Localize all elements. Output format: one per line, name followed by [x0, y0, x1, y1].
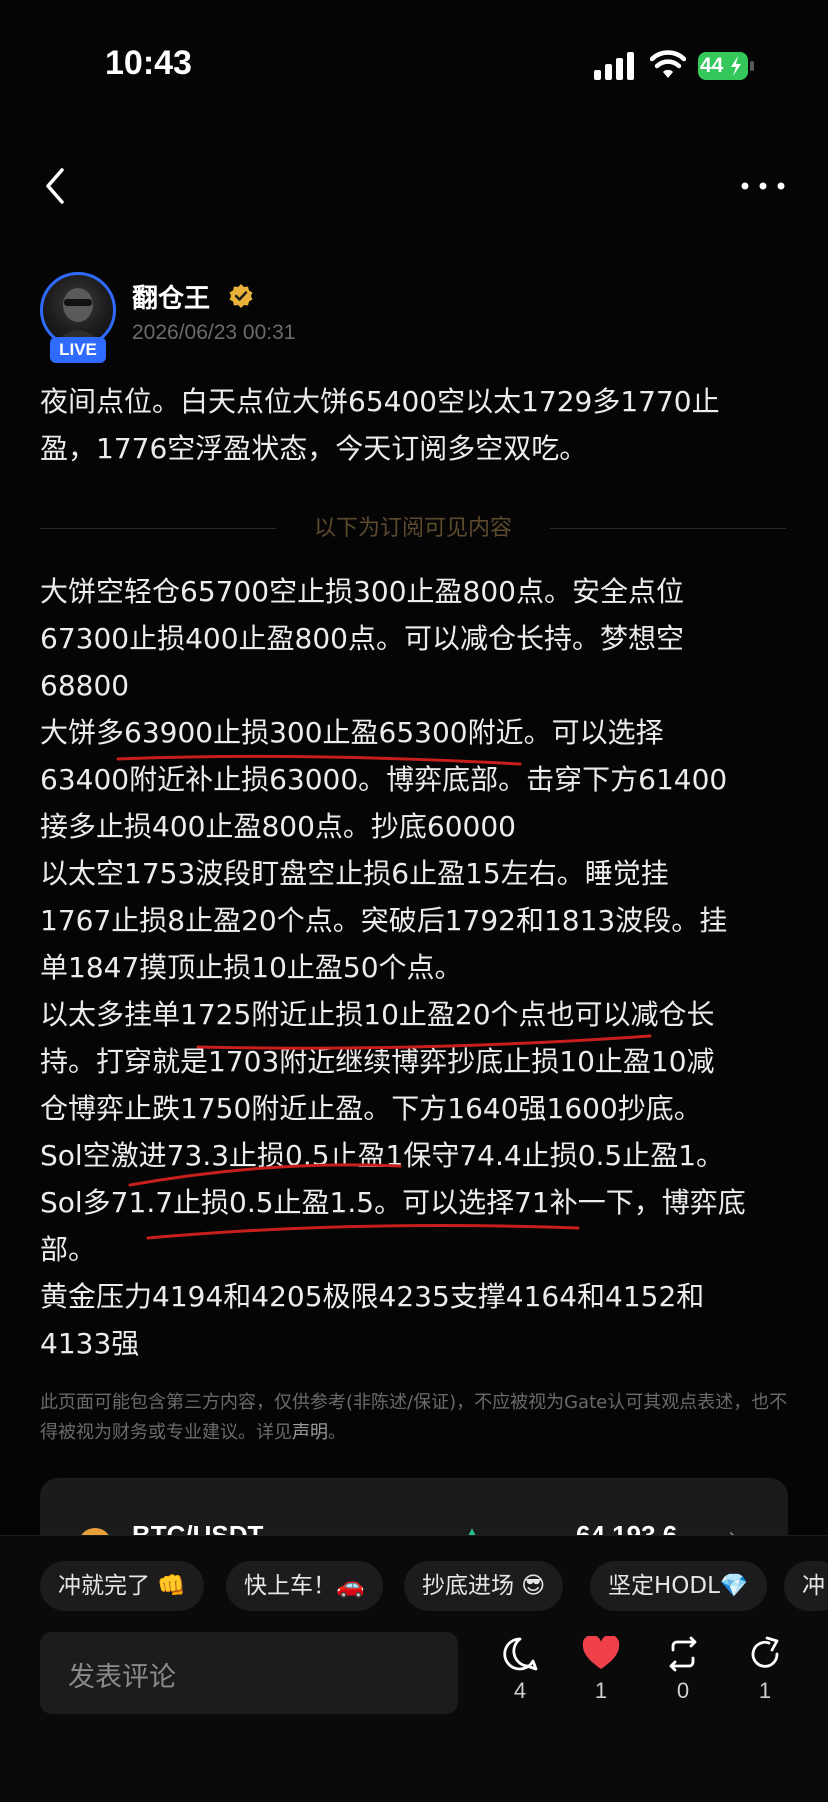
body-line: 以太多挂单1725附近止损10止盈20个点也可以减仓长: [40, 998, 715, 1031]
body-line: Sol多71.7止损0.5止盈1.5。可以选择71补一下，博弈底: [40, 1186, 746, 1219]
reaction-chip[interactable]: 坚定HODL💎: [590, 1561, 767, 1611]
cellular-signal-icon: [594, 52, 634, 80]
disclaimer: 此页面可能包含第三方内容，仅供参考(非陈述/保证)，不应被视为Gate认可其观点…: [40, 1388, 790, 1448]
body-line: Sol空激进73.3止损0.5止盈1保守74.4止损0.5止盈1。: [40, 1139, 725, 1172]
body-line: 黄金压力4194和4205极限4235支撑4164和4152和: [40, 1280, 705, 1313]
body-line: 持。打穿就是1703附近继续博弈抄底止损10止盈10减: [40, 1045, 715, 1078]
body-line: 大饼多63900止损300止盈65300附近。可以选择: [40, 716, 664, 749]
author-name[interactable]: 翻仓王: [132, 278, 210, 315]
body-line: 大饼空轻仓65700空止损300止盈800点。安全点位: [40, 575, 684, 608]
comment-icon: [503, 1637, 538, 1671]
comment-action[interactable]: 4: [490, 1636, 550, 1704]
body-line: 以太空1753波段盯盘空止损6止盈15左右。睡觉挂: [40, 857, 669, 890]
body-line: 部。: [40, 1233, 97, 1266]
verified-badge-icon: [229, 284, 253, 308]
disclaimer-link[interactable]: 声明: [292, 1422, 328, 1443]
status-time: 10:43: [105, 44, 192, 82]
body-line: 单1847摸顶止损10止盈50个点。: [40, 951, 463, 984]
body-line: 接多止损400止盈800点。抄底60000: [40, 810, 516, 843]
comment-placeholder: 发表评论: [68, 1662, 176, 1693]
body-line: 67300止损400止盈800点。可以减仓长持。梦想空: [40, 622, 684, 655]
like-action[interactable]: 1: [571, 1636, 631, 1704]
post-date: 2026/06/23 00:31: [132, 321, 296, 344]
battery-level: 44: [700, 54, 724, 77]
disclaimer-suffix: 。: [328, 1422, 346, 1443]
more-options-icon[interactable]: [738, 176, 788, 196]
disclaimer-text: 此页面可能包含第三方内容，仅供参考(非陈述/保证)，不应被视为Gate认可其观点…: [40, 1392, 788, 1443]
heart-icon: [582, 1636, 620, 1669]
repost-count: 0: [676, 1678, 690, 1703]
wifi-icon: [650, 50, 686, 78]
body-line: 仓博弈止跌1750附近止盈。下方1640强1600抄底。: [40, 1092, 702, 1125]
avatar-image: [53, 288, 103, 345]
comment-input[interactable]: 发表评论: [40, 1632, 458, 1714]
post-intro: 夜间点位。白天点位大饼65400空以太1729多1770止 盈，1776空浮盈状…: [40, 378, 790, 472]
body-line: 63400附近补止损63000。博弈底部。击穿下方61400: [40, 763, 728, 796]
reaction-chip[interactable]: 抄底进场 😎: [404, 1561, 564, 1611]
reaction-chip[interactable]: 快上车！🚗: [226, 1561, 383, 1611]
body-line: 4133强: [40, 1327, 140, 1360]
share-action[interactable]: 1: [735, 1636, 795, 1704]
reaction-chip[interactable]: 冲: [784, 1561, 828, 1611]
divider-label: 以下为订阅可见内容: [313, 516, 512, 541]
body-line: 1767止损8止盈20个点。突破后1792和1813波段。挂: [40, 904, 728, 937]
intro-line: 夜间点位。白天点位大饼65400空以太1729多1770止: [40, 385, 720, 418]
live-badge: LIVE: [50, 337, 106, 363]
post-body: 大饼空轻仓65700空止损300止盈800点。安全点位 67300止损400止盈…: [40, 568, 790, 1367]
share-icon: [751, 1636, 779, 1668]
comment-count: 4: [513, 1678, 527, 1703]
divider-line: [550, 528, 786, 529]
body-line: 68800: [40, 669, 130, 702]
repost-action[interactable]: 0: [653, 1636, 713, 1704]
intro-line: 盈，1776空浮盈状态，今天订阅多空双吃。: [40, 432, 588, 465]
reaction-chip[interactable]: 冲就完了 👊: [40, 1561, 204, 1611]
like-count: 1: [594, 1678, 608, 1703]
back-arrow-icon[interactable]: [40, 166, 70, 206]
repost-icon: [669, 1636, 697, 1672]
subscription-divider: 以下为订阅可见内容: [40, 510, 786, 546]
share-count: 1: [758, 1678, 772, 1703]
